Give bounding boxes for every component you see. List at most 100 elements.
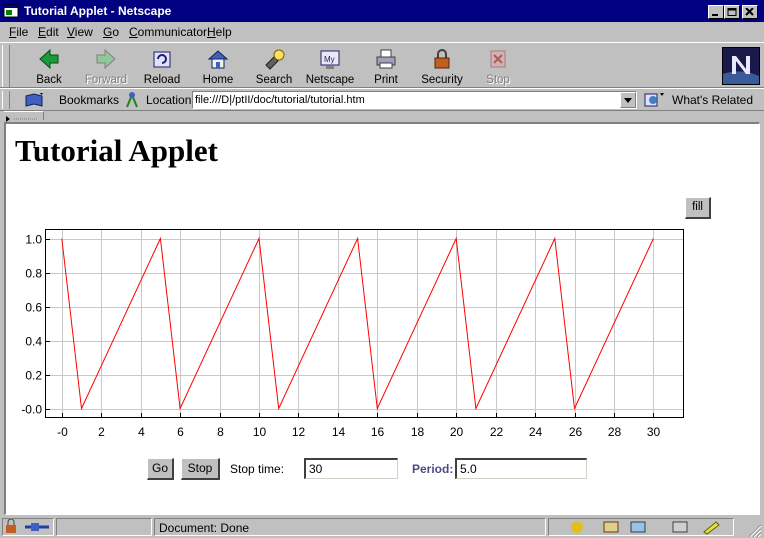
- component-bar: [548, 518, 734, 536]
- x-tick-label: 28: [608, 425, 622, 439]
- forward-arrow-icon: [96, 48, 116, 70]
- maximize-button[interactable]: [724, 5, 740, 19]
- location-field[interactable]: [192, 91, 637, 109]
- status-message-panel: Document: Done: [154, 518, 546, 536]
- fill-button[interactable]: fill: [685, 197, 711, 219]
- netscape-n-logo-icon: [723, 48, 759, 84]
- x-tick-label: 2: [98, 425, 105, 439]
- personal-toolbar-collapsed: [0, 110, 764, 122]
- minimize-icon: [712, 14, 718, 16]
- chevron-down-icon: [624, 98, 632, 103]
- y-tick-label: 0.4: [25, 335, 42, 349]
- stop-time-label: Stop time:: [230, 462, 285, 476]
- progress-panel: [56, 518, 152, 536]
- forward-label: Forward: [84, 74, 128, 86]
- navigator-component-icon: [571, 521, 583, 533]
- location-grip[interactable]: [2, 91, 10, 109]
- back-label: Back: [36, 74, 62, 86]
- y-tick-label: 0.2: [25, 369, 42, 383]
- status-text: Document: Done: [159, 521, 250, 535]
- navigation-toolbar: Back Forward Reload Home Search My Netsc…: [0, 42, 764, 88]
- menu-go[interactable]: Go: [103, 25, 119, 39]
- x-tick-label: 22: [490, 425, 504, 439]
- menu-view[interactable]: View: [67, 25, 93, 39]
- close-icon: [745, 8, 754, 16]
- menu-file[interactable]: File: [9, 25, 28, 39]
- netscape-logo[interactable]: [722, 47, 760, 85]
- svg-text:My: My: [324, 55, 335, 64]
- my-netscape-icon: My: [320, 50, 340, 69]
- address-book-component-icon: [672, 521, 688, 533]
- bookmarks-icon[interactable]: [24, 92, 44, 108]
- menu-help[interactable]: Help: [207, 25, 232, 39]
- location-label: Location:: [146, 93, 195, 107]
- location-page-icon[interactable]: [124, 91, 140, 109]
- period-input[interactable]: [457, 460, 586, 477]
- bookmarks-label[interactable]: Bookmarks: [59, 93, 119, 107]
- menu-bar: File Edit View Go Communicator Help: [0, 22, 764, 42]
- x-tick-label: 14: [332, 425, 346, 439]
- resize-grip-icon[interactable]: [748, 524, 762, 537]
- stop-icon: [490, 50, 506, 68]
- padlock-icon: [434, 49, 450, 69]
- menu-edit[interactable]: Edit: [38, 25, 59, 39]
- title-bar: Tutorial Applet - Netscape: [0, 0, 764, 22]
- period-field[interactable]: [455, 458, 587, 479]
- print-button[interactable]: Print: [358, 45, 414, 87]
- whats-related-label[interactable]: What's Related: [672, 93, 753, 107]
- component-bar-icons: [571, 521, 720, 535]
- stop-time-field[interactable]: [304, 458, 398, 479]
- back-button[interactable]: Back: [21, 45, 77, 87]
- home-icon: [207, 50, 229, 69]
- x-tick-labels: -0 2 4 6 8 10 12 14 16 18 20 22 24 26 28 30: [57, 425, 660, 439]
- signal-plot: -0 2 4 6 8 10 12 14 16 18 20 22 24 26 28 30 -0.00.20.40…: [21, 229, 684, 439]
- x-tick-label: 30: [647, 425, 661, 439]
- stop-run-button[interactable]: Stop: [181, 458, 220, 480]
- stop-time-input[interactable]: [306, 460, 397, 477]
- mail-component-icon: [603, 521, 619, 533]
- composer-component-icon: [703, 521, 720, 535]
- search-label: Search: [255, 74, 293, 86]
- lock-status-icon: [6, 525, 16, 533]
- location-dropdown-button[interactable]: [620, 92, 636, 108]
- whats-related-icon[interactable]: [643, 91, 665, 109]
- page-title: Tutorial Applet: [15, 133, 218, 168]
- minimize-button[interactable]: [708, 5, 724, 19]
- x-tick-label: 26: [569, 425, 583, 439]
- stop-label: Stop: [486, 74, 510, 86]
- x-tick-label: 4: [138, 425, 145, 439]
- y-tick-labels: -0.0 0.2 0.4 0.6 0.8 1.0: [21, 233, 42, 417]
- search-button[interactable]: Search: [246, 45, 302, 87]
- period-label: Period:: [412, 462, 454, 476]
- page-content: Tutorial Applet fill -0 2 4 6 8 10 12 14 16 18 20 2…: [4, 122, 760, 515]
- url-input[interactable]: [193, 92, 613, 108]
- menu-communicator[interactable]: Communicator: [129, 25, 207, 39]
- location-toolbar: Bookmarks Location: What's Related: [0, 88, 764, 110]
- stop-button[interactable]: Stop: [470, 45, 526, 87]
- window-title: Tutorial Applet - Netscape: [24, 4, 172, 18]
- home-label: Home: [202, 74, 234, 86]
- x-tick-label: 18: [411, 425, 425, 439]
- x-tick-label: 8: [217, 425, 224, 439]
- x-tick-label: 24: [529, 425, 543, 439]
- toolbar-grip[interactable]: [2, 45, 10, 87]
- security-button[interactable]: Security: [414, 45, 470, 87]
- home-button[interactable]: Home: [190, 45, 246, 87]
- connection-status-icons: [6, 518, 49, 533]
- forward-button[interactable]: Forward: [78, 45, 134, 87]
- back-arrow-icon: [39, 48, 59, 70]
- x-tick-label: 16: [371, 425, 385, 439]
- close-button[interactable]: [742, 5, 758, 19]
- reload-button[interactable]: Reload: [134, 45, 190, 87]
- expand-toolbar-tab[interactable]: [4, 111, 44, 122]
- maximize-icon: [727, 8, 737, 16]
- reload-label: Reload: [143, 74, 181, 86]
- x-tick-label: 10: [253, 425, 267, 439]
- netscape-button[interactable]: My Netscape: [302, 45, 358, 87]
- go-button[interactable]: Go: [147, 458, 174, 480]
- security-status-panel: [2, 518, 54, 536]
- y-tick-label: -0.0: [21, 403, 42, 417]
- security-label: Security: [421, 74, 463, 86]
- x-tick-label: 6: [177, 425, 184, 439]
- search-flashlight-icon: [265, 49, 285, 70]
